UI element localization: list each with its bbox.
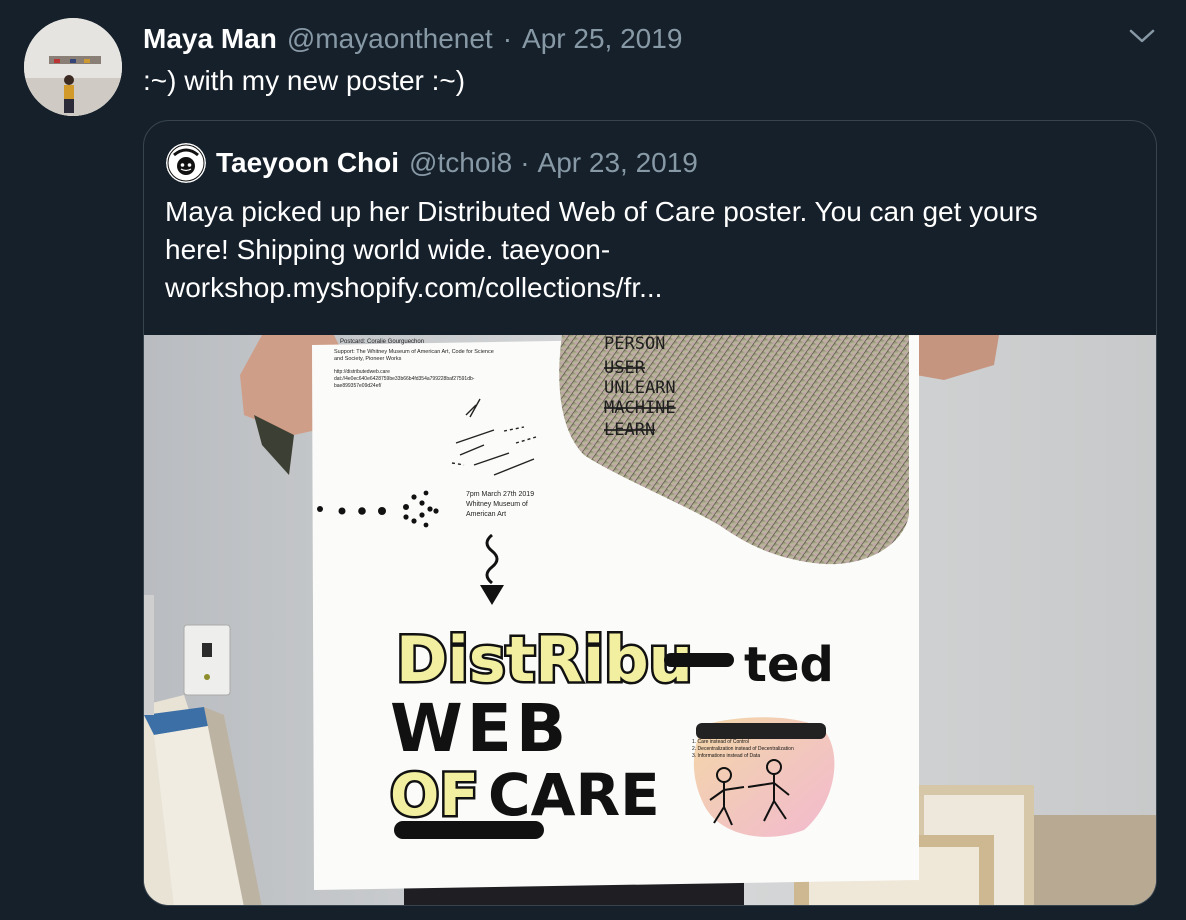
poster-list-3: 3. Informations instead of Data bbox=[692, 753, 760, 759]
poster-word-learn: LEARN bbox=[604, 420, 655, 440]
poster-url-1: http://distributedweb.care bbox=[334, 369, 390, 375]
author-name[interactable]: Maya Man bbox=[143, 20, 277, 58]
tweet-photo[interactable]: Postcard: Coralie Gourguechon Support: T… bbox=[144, 335, 1156, 905]
quoted-tweet-card[interactable]: Taeyoon Choi @tchoi8 · Apr 23, 2019 Maya… bbox=[143, 120, 1157, 906]
poster-title-care: CARE bbox=[488, 761, 660, 829]
poster-credits-1: Postcard: Coralie Gourguechon bbox=[340, 339, 424, 345]
tweet-header: Maya Man @mayaonthenet · Apr 25, 2019 bbox=[143, 20, 682, 60]
chevron-down-icon[interactable] bbox=[1128, 26, 1156, 46]
poster-word-machine: MACHINE bbox=[604, 398, 676, 418]
quoted-author-name[interactable]: Taeyoon Choi bbox=[216, 144, 399, 182]
poster-list-1: 1. Care instead of Control bbox=[692, 739, 749, 745]
poster-event-2: Whitney Museum of bbox=[466, 501, 528, 508]
separator-dot: · bbox=[520, 147, 530, 178]
separator-dot: · bbox=[502, 23, 513, 54]
light-switch bbox=[183, 624, 231, 696]
poster-event-1: 7pm March 27th 2019 bbox=[466, 491, 534, 498]
poster-word-unlearn: UNLEARN bbox=[604, 378, 676, 398]
author-handle[interactable]: @mayaonthenet bbox=[287, 20, 493, 58]
poster-event-3: American Art bbox=[466, 511, 506, 518]
quoted-author-handle[interactable]: @tchoi8 bbox=[409, 144, 512, 182]
poster: Postcard: Coralie Gourguechon Support: T… bbox=[312, 335, 919, 890]
poster-url-3: bae899357e09d24ef/ bbox=[334, 383, 382, 389]
taeyoon-logo-icon bbox=[166, 143, 206, 183]
tweet-text: :~) with my new poster :~) bbox=[143, 65, 466, 96]
poster-url-2: dat://4e0ec640e6428759be33b66b4fd354a799… bbox=[334, 376, 475, 382]
poster-credits-2: Support: The Whitney Museum of American … bbox=[334, 349, 494, 355]
quoted-tweet-header: Taeyoon Choi @tchoi8 · Apr 23, 2019 bbox=[216, 144, 698, 182]
poster-title-ted: ted bbox=[744, 637, 834, 693]
author-avatar[interactable] bbox=[24, 18, 122, 116]
poster-credits-3: and Society, Pioneer Works bbox=[334, 356, 402, 362]
tweet-date[interactable]: Apr 25, 2019 bbox=[522, 20, 682, 58]
poster-title-web: WEB bbox=[390, 690, 570, 767]
quoted-tweet-text: Maya picked up her Distributed Web of Ca… bbox=[165, 196, 1038, 303]
poster-title-distributed: DistRibu bbox=[396, 623, 693, 696]
quoted-tweet-date[interactable]: Apr 23, 2019 bbox=[538, 144, 698, 182]
poster-list-2: 2. Decentralization instead of Decentral… bbox=[692, 746, 794, 752]
poster-word-person: PERSON bbox=[604, 335, 665, 354]
poster-word-user: USER bbox=[604, 358, 646, 378]
